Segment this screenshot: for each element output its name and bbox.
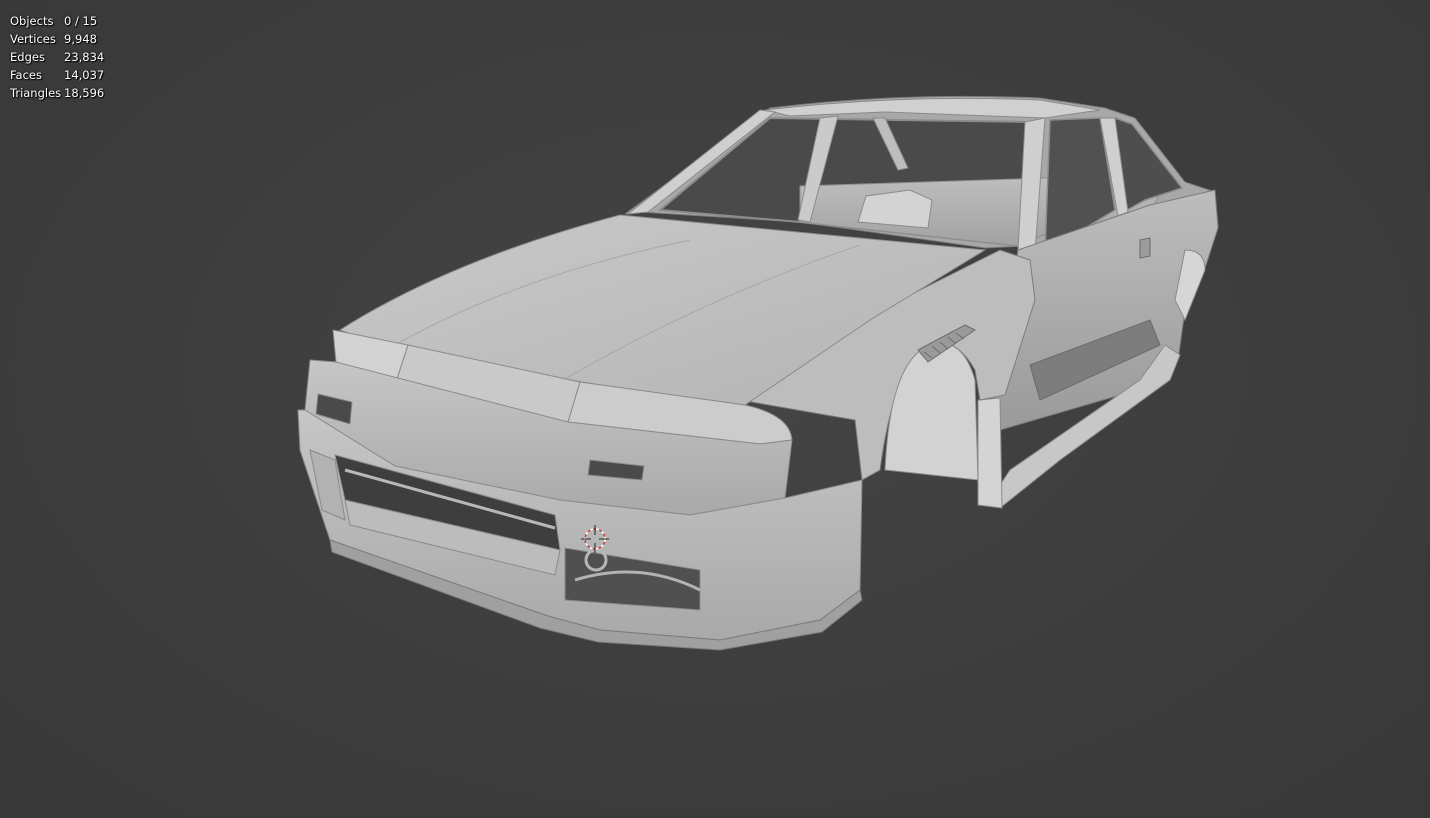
- car-body-model[interactable]: [0, 0, 1430, 818]
- 3d-viewport[interactable]: Objects 0 / 15 Vertices 9,948 Edges 23,8…: [0, 0, 1430, 818]
